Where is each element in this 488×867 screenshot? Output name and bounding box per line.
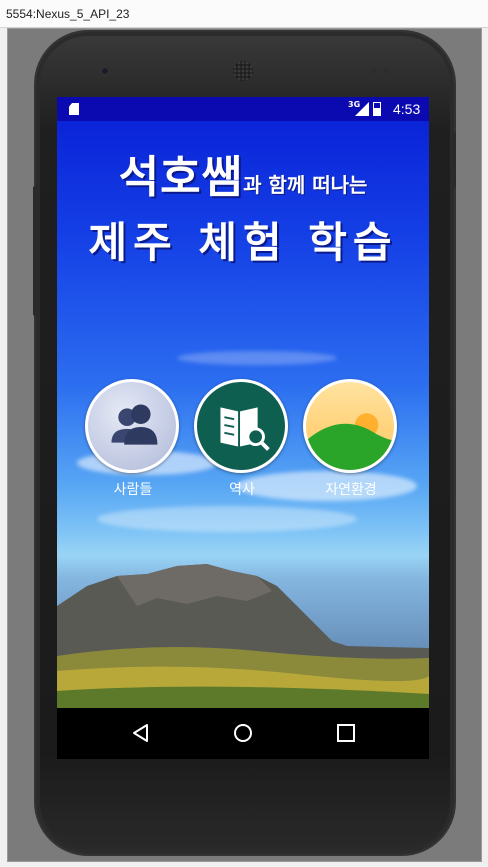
main-content: 석호쌤과 함께 떠나는 제주 체험 학습 사람들 역사 자연환경 — [57, 121, 429, 708]
power-button[interactable] — [452, 132, 456, 188]
menu-history-button[interactable]: 역사 — [194, 379, 290, 499]
emulator-window-title: 5554:Nexus_5_API_23 — [6, 7, 130, 21]
landscape-icon — [306, 413, 394, 470]
menu-nature-button[interactable]: 자연환경 — [303, 379, 399, 499]
emulator-window-titlebar: 5554:Nexus_5_API_23 — [0, 0, 488, 28]
app-title-line1: 석호쌤과 함께 떠나는 — [57, 141, 429, 205]
landscape-background — [57, 564, 429, 708]
signal-icon — [355, 102, 369, 116]
app-title-line2: 제주 체험 학습 — [88, 218, 398, 267]
battery-icon — [373, 102, 381, 116]
book-search-icon — [220, 407, 270, 451]
back-icon[interactable] — [131, 723, 151, 743]
cloud — [177, 351, 337, 365]
navigation-bar — [57, 708, 429, 759]
light-sensor — [384, 68, 389, 73]
front-camera-icon — [100, 66, 110, 76]
proximity-sensor — [372, 68, 377, 73]
app-title-main: 석호쌤 — [118, 152, 244, 203]
menu-people-label: 사람들 — [113, 482, 153, 498]
status-clock: 4:53 — [393, 101, 421, 117]
cloud — [97, 506, 357, 532]
app-title-sub: 과 함께 떠나는 — [243, 173, 368, 197]
recents-icon[interactable] — [336, 723, 356, 743]
menu-nature-label: 자연환경 — [325, 482, 377, 498]
menu-people-button[interactable]: 사람들 — [85, 379, 181, 499]
people-icon — [111, 404, 158, 445]
earpiece-speaker — [233, 61, 253, 81]
status-bar: 3G 4:53 — [57, 97, 429, 121]
menu-history-label: 역사 — [229, 482, 255, 498]
home-icon[interactable] — [233, 723, 253, 743]
device-screen: 3G 4:53 석호쌤과 함께 떠나는 제주 체험 학습 사람들 역사 자연환경 — [57, 97, 429, 759]
sd-card-icon — [69, 103, 79, 115]
volume-button[interactable] — [33, 186, 37, 316]
